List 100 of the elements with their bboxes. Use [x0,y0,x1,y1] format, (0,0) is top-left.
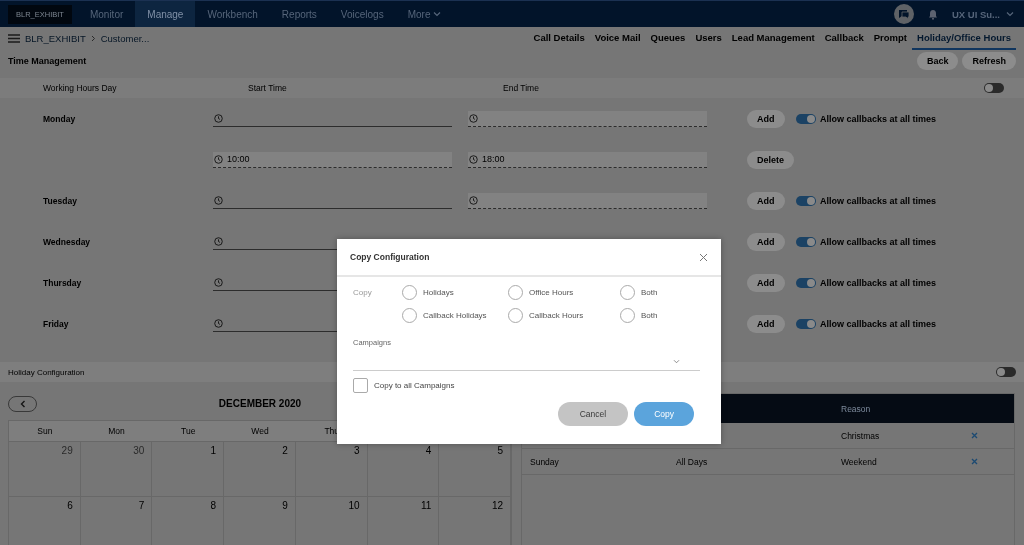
radio-option[interactable]: Office Hours [508,285,620,300]
date-number[interactable]: 7 [138,500,145,511]
dialog-title: Copy Configuration [350,252,430,262]
toggle-switch[interactable] [796,236,816,247]
row-action-button[interactable]: Delete [747,150,794,169]
action-button[interactable]: Refresh [962,52,1016,70]
user-menu[interactable]: UX UI Su... [951,8,1014,20]
date-number[interactable]: 1 [210,445,217,456]
action-button[interactable]: Back [916,52,959,70]
row-action-button[interactable]: Add [747,232,785,251]
row-action-button[interactable]: Add [747,109,785,128]
row-action-button[interactable]: Add [747,273,785,292]
checkbox-label: Copy to all Campaigns [374,381,455,390]
clock-icon [214,195,223,205]
toggle-label: Allow callbacks at all times [820,113,937,124]
tab[interactable]: Users [690,27,727,50]
section-title: Holiday Configuration [8,367,85,377]
checkbox[interactable] [353,378,368,393]
delete-icon[interactable] [971,458,978,465]
dialog-button[interactable]: Copy [634,402,694,426]
row-action-button[interactable]: Add [747,191,785,210]
menu-icon[interactable] [8,34,20,43]
table-cell-text: Sunday [529,456,560,467]
radio-option[interactable]: Callback Hours [508,308,620,323]
tab[interactable]: Lead Management [726,27,820,50]
tab[interactable]: Call Details [528,27,590,50]
day-label: Monday [43,113,77,124]
table-cell-text: Weekend [841,456,878,467]
tab[interactable]: Callback [819,27,869,50]
tab[interactable]: Voice Mail [589,27,646,50]
day-label: Friday [43,318,70,329]
clock-icon [469,113,478,123]
toggle-label: Allow callbacks at all times [820,236,937,247]
column-header: Working Hours Day [43,83,118,93]
day-label: Tuesday [43,195,78,206]
radio-option[interactable]: Holidays [402,285,508,300]
clock-icon [214,318,223,328]
toggle-label: Allow callbacks at all times [820,318,937,329]
day-label: Wednesday [43,236,92,247]
nav-item[interactable]: Manage [135,1,196,27]
date-number[interactable]: 10 [348,500,360,511]
weekday-label: Tue [152,421,225,441]
breadcrumb-link[interactable]: Customer... [100,33,150,44]
date-number[interactable]: 6 [67,500,73,511]
radio-option[interactable]: Both [620,285,705,300]
toggle-label: Allow callbacks at all times [820,277,937,288]
date-number[interactable]: 2 [282,445,288,456]
close-icon[interactable] [699,252,708,262]
nav-item[interactable]: Voicelogs [328,1,396,27]
nav-item[interactable]: More [395,1,454,27]
date-number[interactable]: 8 [210,500,217,511]
clock-icon [469,154,478,164]
caret-icon [1006,11,1014,17]
weekday-label: Mon [80,421,153,441]
date-number[interactable]: 30 [133,445,145,456]
date-number[interactable]: 4 [425,445,432,456]
clock-icon [214,154,223,164]
bell-icon[interactable] [927,8,938,20]
delete-icon[interactable] [971,432,978,439]
radio-option[interactable]: Both [620,308,705,323]
chevron-down-icon [673,359,680,364]
clock-icon [214,236,223,246]
chevron-left-icon [19,399,26,408]
clock-icon [214,113,223,123]
caret-icon [433,11,442,17]
tab[interactable]: Queues [645,27,691,50]
toggle-label: Allow callbacks at all times [820,195,937,206]
weekday-label: Sun [9,421,81,441]
toggle-switch[interactable] [796,195,816,206]
nav-item[interactable]: Monitor [77,1,136,27]
chat-icon[interactable] [893,4,914,24]
column-header: Reason [841,403,872,414]
breadcrumb-link[interactable]: BLR_EXHIBIT [25,33,86,44]
day-label: Thursday [43,277,83,288]
chevron-icon [90,35,96,42]
date-number[interactable]: 12 [491,500,503,511]
toggle-switch[interactable] [984,83,1004,93]
table-cell-text: Christmas [841,430,881,441]
toggle-switch[interactable] [996,367,1016,377]
radio-option[interactable]: Callback Holidays [402,308,508,323]
date-number[interactable]: 29 [61,445,73,456]
nav-item[interactable]: Reports [269,1,329,27]
tab[interactable]: Prompt [868,27,913,50]
toggle-switch[interactable] [796,277,816,288]
column-header: Start Time [248,83,288,93]
field-label: Copy [353,288,373,297]
toggle-switch[interactable] [796,318,816,329]
column-header: End Time [503,83,540,93]
nav-item[interactable]: Workbench [195,1,270,27]
page-title: Time Management [8,56,87,66]
date-number[interactable]: 3 [354,445,360,456]
row-action-button[interactable]: Add [747,314,785,333]
weekday-label: Wed [224,421,296,441]
date-number[interactable]: 11 [420,500,432,511]
month-title: DECEMBER 2020 [217,398,303,409]
clock-icon [469,195,478,205]
date-number[interactable]: 9 [282,500,288,511]
toggle-switch[interactable] [796,113,816,124]
date-number[interactable]: 5 [497,445,503,456]
tab[interactable]: Holiday/Office Hours [912,27,1016,50]
